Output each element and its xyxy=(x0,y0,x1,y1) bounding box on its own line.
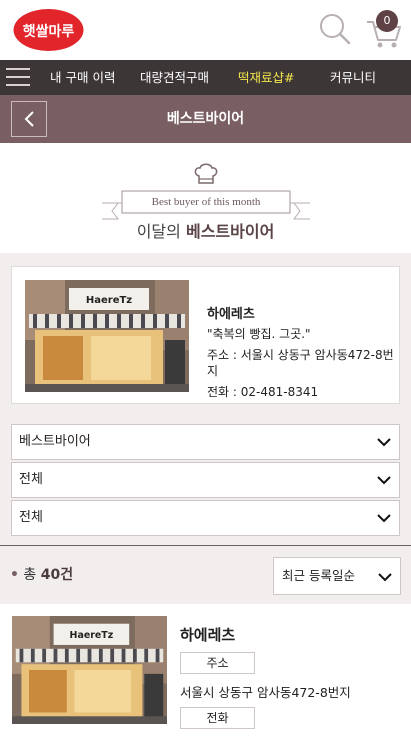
chevron-down-icon xyxy=(378,573,392,582)
main-nav: 내 구매 이력 대량견적구매 떡재료샵# 커뮤니티 xyxy=(0,60,411,95)
store-address: 서울시 상동구 암사동472-8번지 xyxy=(180,685,351,700)
chevron-down-icon xyxy=(377,438,391,447)
featured-section: HaereTz 하에레츠 "축복의 빵집. 그곳." 주소 : 서울시 상동구 … xyxy=(0,253,411,416)
filter-section: 베스트바이어 전체 전체 xyxy=(0,416,411,546)
phone-label: 전화 xyxy=(180,707,255,729)
featured-buyer-card[interactable]: HaereTz 하에레츠 "축복의 빵집. 그곳." 주소 : 서울시 상동구 … xyxy=(11,266,400,404)
store-address: 주소 : 서울시 상동구 암사동472-8번지 xyxy=(207,348,394,378)
brand-logo[interactable]: 햇쌀마루 xyxy=(12,8,85,52)
chevron-down-icon xyxy=(377,514,391,523)
count-prefix: 총 xyxy=(23,567,37,583)
nav-item-ingredient-shop[interactable]: 떡재료샵# xyxy=(238,60,294,95)
menu-icon[interactable] xyxy=(6,68,32,88)
region-select[interactable]: 전체 xyxy=(11,462,400,498)
result-count-bar: • 총 40건 최근 등록일순 xyxy=(0,546,411,604)
nav-item-community[interactable]: 커뮤니티 xyxy=(330,60,376,95)
category-select-value: 베스트바이어 xyxy=(19,434,91,449)
store-phone: 전화 : 02-481-8341 xyxy=(207,385,319,399)
store-photo: HaereTz xyxy=(12,616,167,724)
store-name: 하에레츠 xyxy=(207,307,255,322)
district-select-value: 전체 xyxy=(19,510,43,525)
store-sign-text: HaereTz xyxy=(86,295,132,306)
category-select[interactable]: 베스트바이어 xyxy=(11,424,400,460)
district-select[interactable]: 전체 xyxy=(11,500,400,536)
store-photo: HaereTz xyxy=(25,280,189,392)
back-button[interactable] xyxy=(11,101,47,137)
banner-title-prefix: 이달의 xyxy=(136,222,181,241)
nav-item-bulk-quote[interactable]: 대량견적구매 xyxy=(140,60,209,95)
page-title-bar: 베스트바이어 xyxy=(0,95,411,143)
ribbon-text: Best buyer of this month xyxy=(151,196,261,208)
chevron-left-icon xyxy=(24,111,34,127)
store-name: 하에레츠 xyxy=(180,626,236,644)
count-bullet: • xyxy=(10,567,19,583)
search-icon[interactable] xyxy=(318,12,352,46)
sort-select[interactable]: 최근 등록일순 xyxy=(273,557,401,595)
count-number: 40건 xyxy=(40,567,74,583)
store-slogan: "축복의 빵집. 그곳." xyxy=(207,327,311,341)
cart-count-badge: 0 xyxy=(376,10,398,32)
best-buyer-banner: Best buyer of this month 이달의 베스트바이어 xyxy=(0,143,411,253)
list-item[interactable]: HaereTz 하에레츠 주소 서울시 상동구 암사동472-8번지 전화 xyxy=(0,604,411,736)
store-sign-text: HaereTz xyxy=(70,630,114,641)
logo-text: 햇쌀마루 xyxy=(23,23,75,40)
app-header: 햇쌀마루 0 xyxy=(0,0,411,60)
page-title: 베스트바이어 xyxy=(166,111,245,127)
banner-title: 이달의 베스트바이어 xyxy=(0,218,411,242)
nav-item-purchase-history[interactable]: 내 구매 이력 xyxy=(50,60,115,95)
chevron-down-icon xyxy=(377,476,391,485)
banner-title-emphasis: 베스트바이어 xyxy=(185,222,275,241)
sort-select-value: 최근 등록일순 xyxy=(282,568,355,583)
region-select-value: 전체 xyxy=(19,472,43,487)
result-count: • 총 40건 xyxy=(10,546,73,604)
address-label: 주소 xyxy=(180,652,255,674)
chef-hat-icon xyxy=(194,163,218,184)
